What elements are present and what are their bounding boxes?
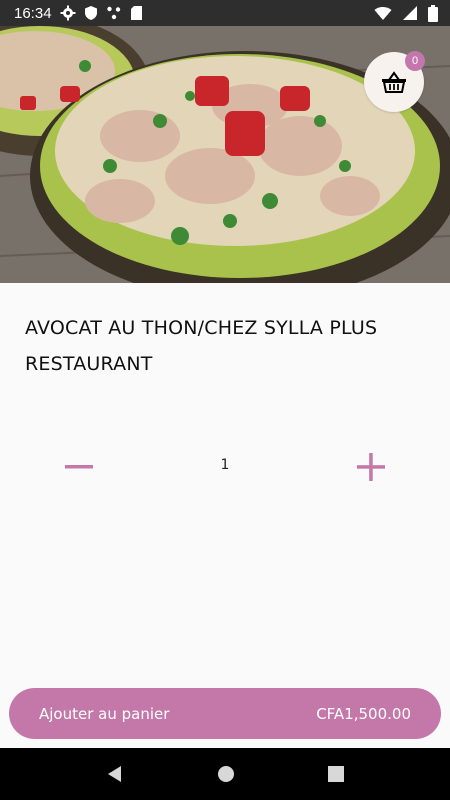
- home-icon[interactable]: [217, 765, 235, 783]
- product-title: AVOCAT AU THON/CHEZ SYLLA PLUS RESTAURAN…: [25, 317, 378, 375]
- total-price: CFA1,500.00: [316, 704, 411, 723]
- decrease-quantity-button[interactable]: [62, 450, 96, 484]
- wifi-icon: [374, 6, 392, 21]
- cart-count-badge: 0: [405, 51, 425, 71]
- battery-icon: [428, 4, 438, 22]
- recents-icon[interactable]: [327, 766, 344, 782]
- gear-icon: [60, 5, 76, 21]
- dots-icon: [106, 5, 122, 21]
- signal-icon: [402, 5, 418, 21]
- status-time: 16:34: [14, 4, 52, 22]
- status-bar: 16:34: [0, 0, 450, 26]
- shield-icon: [84, 5, 98, 21]
- quantity-value: 1: [220, 457, 230, 473]
- navigation-bar: [0, 748, 450, 800]
- plus-icon: [357, 453, 385, 481]
- add-to-cart-button[interactable]: Ajouter au panier CFA1,500.00: [9, 688, 441, 739]
- increase-quantity-button[interactable]: [354, 450, 388, 484]
- add-to-cart-label: Ajouter au panier: [39, 704, 170, 723]
- back-icon[interactable]: [106, 765, 124, 783]
- minus-icon: [65, 465, 93, 469]
- sd-card-icon: [130, 5, 143, 21]
- basket-icon: [381, 70, 407, 94]
